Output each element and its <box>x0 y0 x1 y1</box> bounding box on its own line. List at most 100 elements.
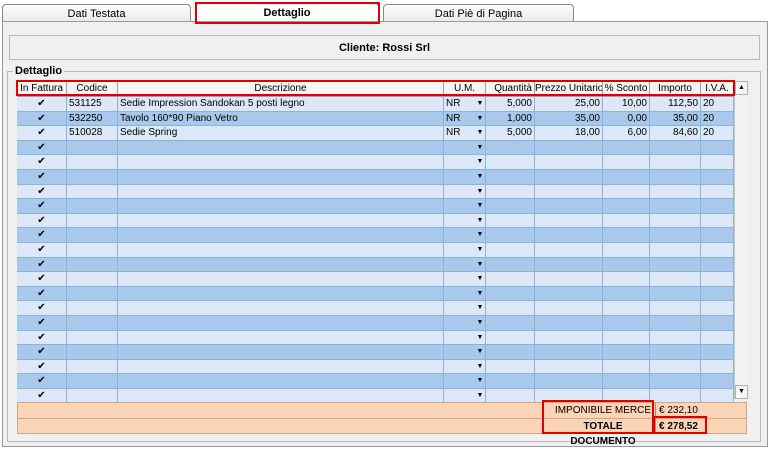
iva-cell[interactable] <box>701 272 734 287</box>
table-row[interactable]: ✔ ▼ <box>17 301 734 316</box>
check-icon[interactable]: ✔ <box>37 259 45 270</box>
um-select[interactable]: ▼ <box>444 272 486 287</box>
check-icon[interactable]: ✔ <box>37 200 45 211</box>
codice-cell[interactable] <box>67 242 118 258</box>
dropdown-arrow-icon[interactable]: ▼ <box>476 301 484 315</box>
iva-cell[interactable] <box>701 184 734 200</box>
iva-cell[interactable] <box>701 359 734 375</box>
importo-cell[interactable] <box>650 257 701 273</box>
importo-cell[interactable] <box>650 330 701 346</box>
importo-cell[interactable] <box>650 228 701 243</box>
check-icon[interactable]: ✔ <box>37 229 45 240</box>
sconto-cell[interactable]: 0,00 <box>603 111 650 127</box>
codice-cell[interactable] <box>67 140 118 156</box>
table-row[interactable]: ✔ ▼ <box>17 242 734 258</box>
prezzo-cell[interactable] <box>535 272 603 287</box>
in-fattura-checkbox[interactable]: ✔ <box>17 242 67 258</box>
descrizione-cell[interactable] <box>118 228 444 243</box>
sconto-cell[interactable] <box>603 140 650 156</box>
iva-cell[interactable] <box>701 330 734 346</box>
descrizione-cell[interactable] <box>118 140 444 156</box>
in-fattura-checkbox[interactable]: ✔ <box>17 155 67 170</box>
iva-cell[interactable] <box>701 155 734 170</box>
um-select[interactable]: ▼ <box>444 228 486 243</box>
importo-cell[interactable] <box>650 242 701 258</box>
dropdown-arrow-icon[interactable]: ▼ <box>476 243 484 257</box>
table-row[interactable]: ✔ ▼ <box>17 272 734 287</box>
column-header-quantita[interactable]: Quantità <box>486 81 535 96</box>
descrizione-cell[interactable] <box>118 213 444 229</box>
check-icon[interactable]: ✔ <box>37 375 45 386</box>
codice-cell[interactable]: 532250 <box>67 111 118 127</box>
table-row[interactable]: ✔ ▼ <box>17 199 734 214</box>
in-fattura-checkbox[interactable]: ✔ <box>17 330 67 346</box>
dropdown-arrow-icon[interactable]: ▼ <box>476 199 484 213</box>
check-icon[interactable]: ✔ <box>37 113 45 124</box>
in-fattura-checkbox[interactable]: ✔ <box>17 213 67 229</box>
quantita-cell[interactable] <box>486 242 535 258</box>
quantita-cell[interactable] <box>486 359 535 375</box>
quantita-cell[interactable] <box>486 199 535 214</box>
dropdown-arrow-icon[interactable]: ▼ <box>476 185 484 199</box>
iva-cell[interactable] <box>701 345 734 360</box>
importo-cell[interactable] <box>650 286 701 302</box>
iva-cell[interactable]: 20 <box>701 126 734 141</box>
in-fattura-checkbox[interactable]: ✔ <box>17 272 67 287</box>
quantita-cell[interactable] <box>486 315 535 331</box>
scroll-up-icon[interactable]: ▲ <box>735 81 748 95</box>
um-select[interactable]: ▼ <box>444 330 486 346</box>
importo-cell[interactable] <box>650 169 701 185</box>
importo-cell[interactable] <box>650 374 701 389</box>
table-row[interactable]: ✔ ▼ <box>17 345 734 360</box>
codice-cell[interactable]: 510028 <box>67 126 118 141</box>
in-fattura-checkbox[interactable]: ✔ <box>17 169 67 185</box>
um-select[interactable]: ▼ <box>444 286 486 302</box>
descrizione-cell[interactable] <box>118 199 444 214</box>
dropdown-arrow-icon[interactable]: ▼ <box>476 214 484 228</box>
um-select[interactable]: ▼ <box>444 359 486 375</box>
um-select[interactable]: ▼ <box>444 169 486 185</box>
prezzo-cell[interactable] <box>535 140 603 156</box>
codice-cell[interactable] <box>67 345 118 360</box>
check-icon[interactable]: ✔ <box>37 142 45 153</box>
codice-cell[interactable] <box>67 213 118 229</box>
sconto-cell[interactable] <box>603 315 650 331</box>
dropdown-arrow-icon[interactable]: ▼ <box>476 112 484 126</box>
descrizione-cell[interactable] <box>118 301 444 316</box>
iva-cell[interactable]: 20 <box>701 97 734 112</box>
importo-cell[interactable] <box>650 272 701 287</box>
in-fattura-checkbox[interactable]: ✔ <box>17 345 67 360</box>
dropdown-arrow-icon[interactable]: ▼ <box>476 316 484 330</box>
importo-cell[interactable] <box>650 315 701 331</box>
um-select[interactable]: ▼ <box>444 257 486 273</box>
dropdown-arrow-icon[interactable]: ▼ <box>476 155 484 169</box>
iva-cell[interactable] <box>701 199 734 214</box>
in-fattura-checkbox[interactable]: ✔ <box>17 111 67 127</box>
tab-dati-pie-di-pagina[interactable]: Dati Piè di Pagina <box>383 4 574 22</box>
um-select[interactable]: ▼ <box>444 213 486 229</box>
check-icon[interactable]: ✔ <box>37 332 45 343</box>
iva-cell[interactable] <box>701 315 734 331</box>
column-header-prezzo-unitario[interactable]: Prezzo Unitario <box>535 81 603 96</box>
table-row[interactable]: ✔ ▼ <box>17 140 734 156</box>
prezzo-cell[interactable] <box>535 228 603 243</box>
prezzo-cell[interactable]: 35,00 <box>535 111 603 127</box>
dropdown-arrow-icon[interactable]: ▼ <box>476 170 484 184</box>
table-row[interactable]: ✔ ▼ <box>17 359 734 375</box>
quantita-cell[interactable] <box>486 286 535 302</box>
check-icon[interactable]: ✔ <box>37 390 45 401</box>
tab-dettaglio[interactable]: Dettaglio <box>195 3 379 23</box>
in-fattura-checkbox[interactable]: ✔ <box>17 199 67 214</box>
sconto-cell[interactable] <box>603 330 650 346</box>
prezzo-cell[interactable] <box>535 213 603 229</box>
sconto-cell[interactable] <box>603 345 650 360</box>
table-row[interactable]: ✔ ▼ <box>17 169 734 185</box>
prezzo-cell[interactable] <box>535 330 603 346</box>
codice-cell[interactable] <box>67 330 118 346</box>
descrizione-cell[interactable] <box>118 272 444 287</box>
prezzo-cell[interactable] <box>535 184 603 200</box>
check-icon[interactable]: ✔ <box>37 361 45 372</box>
quantita-cell[interactable] <box>486 272 535 287</box>
codice-cell[interactable]: 531125 <box>67 97 118 112</box>
table-row[interactable]: ✔ ▼ <box>17 155 734 170</box>
